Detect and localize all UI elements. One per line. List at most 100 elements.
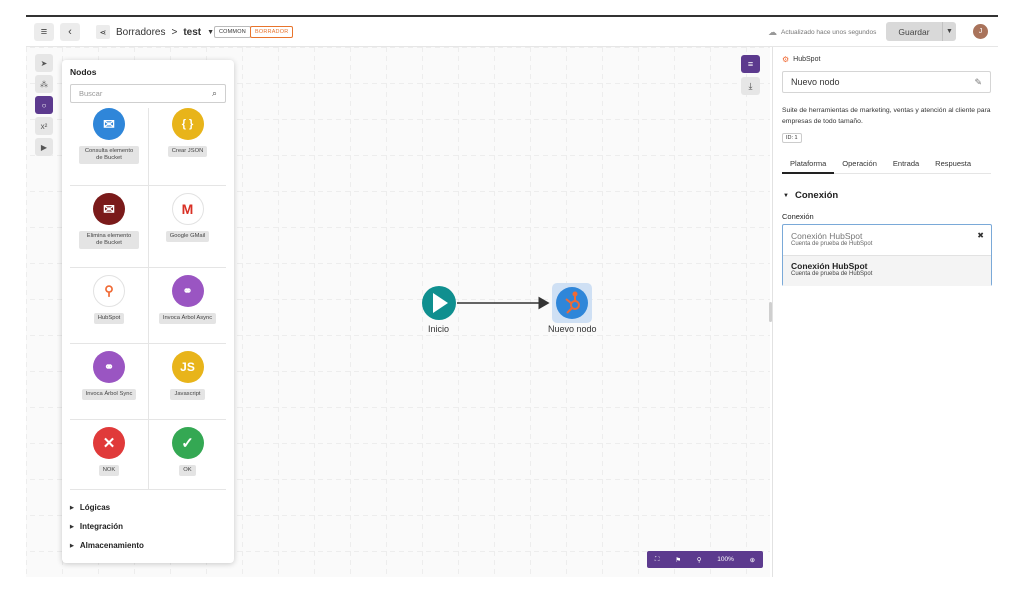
- gmail-icon: M: [171, 193, 204, 225]
- connection-option[interactable]: Conexión HubSpot Cuenta de prueba de Hub…: [783, 255, 991, 286]
- zoom-out-icon[interactable]: ⚲: [697, 556, 702, 564]
- option-subtitle: Cuenta de prueba de HubSpot: [791, 271, 873, 277]
- check-icon: ✓: [171, 427, 204, 459]
- json-braces-icon: { }: [171, 108, 204, 140]
- caret-right-icon: ▶: [70, 542, 74, 549]
- tree-sync-icon: ⚭: [93, 351, 125, 383]
- flow-canvas[interactable]: ➤ ⁂ ○ x² ▶ Inicio Nuevo nodo Nodos Busca…: [26, 47, 772, 577]
- search-input[interactable]: Buscar ⌕: [70, 84, 226, 103]
- tab-respuesta[interactable]: Respuesta: [927, 157, 979, 174]
- connection-select[interactable]: Conexión HubSpot Cuenta de prueba de Hub…: [782, 224, 992, 286]
- section-conexion[interactable]: ▼ Conexión: [783, 190, 838, 201]
- panel-title: Nodos: [70, 67, 97, 77]
- node-item-label: Consulta elemento de Bucket: [79, 146, 139, 164]
- category-integracion[interactable]: ▶ Integración: [70, 517, 144, 536]
- back-button[interactable]: ‹: [60, 23, 80, 41]
- chevron-down-icon[interactable]: ▼: [207, 29, 214, 36]
- bucket-delete-icon: ✉: [93, 193, 125, 225]
- bucket-search-icon: ✉: [93, 108, 125, 140]
- clear-icon[interactable]: ✖: [977, 231, 984, 240]
- selected-subtitle: Cuenta de prueba de HubSpot: [791, 241, 873, 247]
- node-item-label: Crear JSON: [167, 146, 208, 157]
- chevron-down-icon: ▼: [946, 28, 953, 35]
- node-item-label: Elimina elemento de Bucket: [79, 231, 139, 249]
- connection-selected: Conexión HubSpot Cuenta de prueba de Hub…: [791, 231, 872, 247]
- tag-common: COMMON: [214, 26, 251, 38]
- properties-button[interactable]: ≡: [741, 55, 760, 73]
- node-item[interactable]: ⚭ Invoca Árbol Async: [148, 268, 226, 344]
- hubspot-flow-node[interactable]: [552, 283, 592, 323]
- breadcrumb-current: test: [183, 26, 202, 38]
- start-node[interactable]: [422, 286, 456, 320]
- tab-entrada[interactable]: Entrada: [885, 157, 927, 174]
- node-item[interactable]: { } Crear JSON: [148, 108, 226, 186]
- zoom-toolbar: ⛶ ⚑ ⚲ 100% ⊕: [647, 551, 763, 568]
- node-item[interactable]: ✉ Consulta elemento de Bucket: [70, 108, 148, 186]
- tag-draft: BORRADOR: [250, 26, 294, 38]
- node-item[interactable]: ✉ Elimina elemento de Bucket: [70, 186, 148, 268]
- app-window: ≡ ‹ ⋖ Borradores > test ▼ COMMON BORRADO…: [26, 15, 998, 577]
- menu-button[interactable]: ≡: [34, 23, 54, 41]
- save-dropdown-caret[interactable]: ▼: [942, 22, 956, 41]
- node-item-label: NOK: [98, 465, 120, 476]
- node-item[interactable]: ⚲ HubSpot: [70, 268, 148, 344]
- node-item-label: Invoca Árbol Async: [158, 313, 217, 324]
- hubspot-node-label: Nuevo nodo: [548, 324, 597, 334]
- selected-title: Conexión HubSpot: [791, 231, 863, 241]
- node-item[interactable]: M Google GMail: [148, 186, 226, 268]
- save-status: ☁ Actualizado hace unos segundos: [768, 27, 876, 38]
- save-button[interactable]: Guardar ▼: [886, 22, 956, 41]
- node-grid: ✉ Consulta elemento de Bucket { } Crear …: [70, 108, 226, 490]
- breadcrumb-separator: >: [171, 26, 178, 38]
- properties-panel: ⚙ HubSpot Nuevo nodo ✎ Suite de herramie…: [772, 47, 998, 577]
- node-item-label: Javascript: [170, 389, 205, 400]
- node-description: Suite de herramientas de marketing, vent…: [782, 107, 991, 125]
- node-name-field[interactable]: Nuevo nodo ✎: [782, 71, 991, 93]
- download-icon: ⤓: [748, 80, 753, 91]
- share-icon[interactable]: ⋖: [96, 25, 110, 39]
- save-button-label: Guardar: [898, 26, 930, 37]
- start-node-label: Inicio: [428, 324, 450, 334]
- caret-down-icon: ▼: [783, 192, 789, 199]
- category-label: Integración: [79, 522, 123, 531]
- hubspot-icon: ⚲: [93, 275, 125, 307]
- node-name-value: Nuevo nodo: [791, 77, 840, 87]
- caret-right-icon: ▶: [70, 523, 74, 530]
- node-item[interactable]: ✕ NOK: [70, 420, 148, 490]
- caret-right-icon: ▶: [70, 504, 74, 511]
- category-logicas[interactable]: ▶ Lógicas: [70, 498, 144, 517]
- pencil-icon[interactable]: ✎: [974, 77, 982, 88]
- search-icon: ⌕: [211, 88, 217, 98]
- section-title: Conexión: [794, 190, 839, 201]
- category-label: Lógicas: [79, 503, 111, 512]
- breadcrumb: ⋖ Borradores > test ▼: [96, 24, 214, 40]
- map-icon[interactable]: ⚑: [675, 556, 681, 564]
- zoom-level: 100%: [717, 556, 734, 563]
- tab-plataforma[interactable]: Plataforma: [782, 157, 835, 174]
- nodes-panel: Nodos Buscar ⌕ ✉ Consulta elemento de Bu…: [62, 60, 234, 563]
- category-label: Almacenamiento: [79, 541, 144, 550]
- hubspot-icon: ⚙: [782, 55, 790, 64]
- tab-operacion[interactable]: Operación: [834, 157, 885, 174]
- tree-async-icon: ⚭: [171, 275, 204, 307]
- breadcrumb-parent[interactable]: Borradores: [116, 27, 165, 38]
- javascript-icon: JS: [171, 351, 204, 383]
- save-status-text: Actualizado hace unos segundos: [781, 29, 877, 36]
- export-button[interactable]: ⤓: [741, 77, 760, 95]
- fit-screen-icon[interactable]: ⛶: [655, 556, 660, 564]
- node-item-label: Invoca Árbol Sync: [81, 389, 137, 400]
- connection-field-label: Conexión: [782, 212, 814, 221]
- platform-brand: ⚙ HubSpot: [782, 55, 820, 64]
- category-almacenamiento[interactable]: ▶ Almacenamiento: [70, 536, 144, 555]
- avatar[interactable]: J: [973, 24, 988, 39]
- node-item-label: Google GMail: [165, 231, 210, 242]
- search-placeholder: Buscar: [79, 89, 103, 98]
- properties-tabs: Plataforma Operación Entrada Respuesta: [782, 157, 991, 174]
- node-item[interactable]: ✓ OK: [148, 420, 226, 490]
- node-item[interactable]: ⚭ Invoca Árbol Sync: [70, 344, 148, 420]
- node-item-label: OK: [179, 465, 196, 476]
- node-item[interactable]: JS Javascript: [148, 344, 226, 420]
- zoom-in-icon[interactable]: ⊕: [750, 556, 755, 564]
- cloud-icon: ☁: [768, 27, 777, 37]
- brand-label: HubSpot: [793, 56, 821, 63]
